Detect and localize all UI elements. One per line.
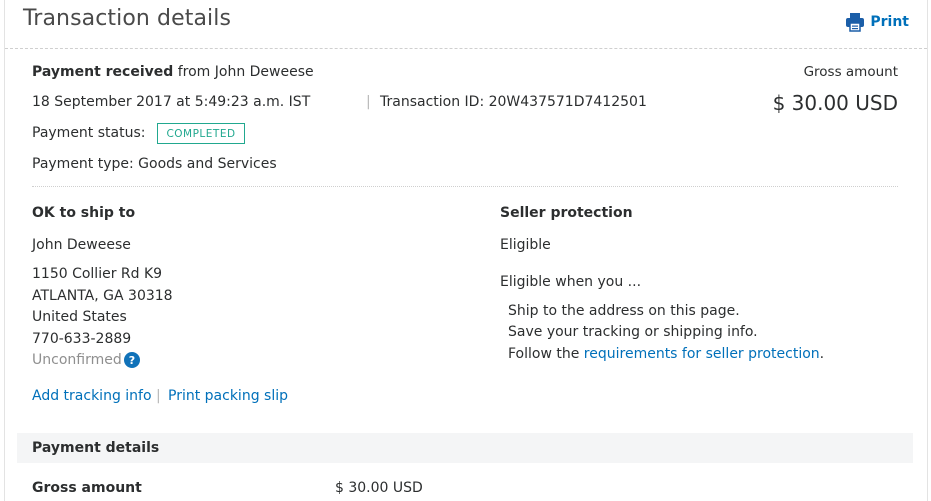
section-divider: [32, 186, 898, 187]
protection-requirement: Save your tracking or shipping info.: [508, 324, 758, 340]
phone-number: 770-633-2889: [32, 331, 132, 347]
seller-protection-status: Eligible: [500, 237, 551, 253]
transaction-id: Transaction ID: 20W437571D7412501: [380, 94, 647, 110]
address-line-2: ATLANTA, GA 30318: [32, 288, 173, 304]
gross-amount-label: Gross amount: [803, 64, 898, 80]
payment-type: Payment type: Goods and Services: [32, 156, 277, 172]
ship-to-heading: OK to ship to: [32, 205, 136, 221]
gross-amount-value: $ 30.00 USD: [772, 91, 898, 115]
payment-status-label: Payment status:: [32, 125, 146, 141]
payment-details-heading: Payment details: [32, 440, 160, 456]
page-header: Transaction details Print: [5, 0, 927, 49]
transaction-datetime: 18 September 2017 at 5:49:23 a.m. IST: [32, 94, 311, 110]
requirement-prefix: Follow the: [508, 346, 584, 362]
print-button[interactable]: Print: [845, 12, 909, 32]
address-status: Unconfirmed: [32, 352, 122, 368]
add-tracking-link[interactable]: Add tracking info: [32, 388, 152, 404]
printer-icon: [845, 12, 865, 32]
requirement-suffix: .: [819, 346, 825, 362]
address-line-1: 1150 Collier Rd K9: [32, 266, 163, 282]
print-label: Print: [870, 14, 909, 30]
protection-requirement: Ship to the address on this page.: [508, 303, 740, 319]
print-packing-slip-link[interactable]: Print packing slip: [168, 388, 288, 404]
protection-requirement: Follow the requirements for seller prote…: [508, 346, 824, 362]
address-country: United States: [32, 309, 127, 325]
payer-text: from John Deweese: [177, 64, 314, 80]
page-title: Transaction details: [23, 6, 232, 31]
payment-details-header: Payment details: [17, 433, 913, 463]
seller-protection-requirements-link[interactable]: requirements for seller protection: [584, 346, 820, 362]
ship-to-name: John Deweese: [32, 237, 131, 253]
datetime-separator: |: [366, 94, 371, 110]
status-badge: COMPLETED: [157, 123, 245, 144]
seller-protection-intro: Eligible when you ...: [500, 274, 642, 290]
payment-received-label: Payment received: [32, 64, 174, 80]
links-separator: |: [156, 388, 161, 404]
seller-protection-heading: Seller protection: [500, 205, 633, 221]
payment-received-line: Payment received from John Deweese: [32, 64, 314, 80]
details-gross-amount-value: $ 30.00 USD: [335, 480, 423, 496]
help-icon[interactable]: ?: [124, 352, 140, 368]
details-gross-amount-label: Gross amount: [32, 480, 142, 496]
